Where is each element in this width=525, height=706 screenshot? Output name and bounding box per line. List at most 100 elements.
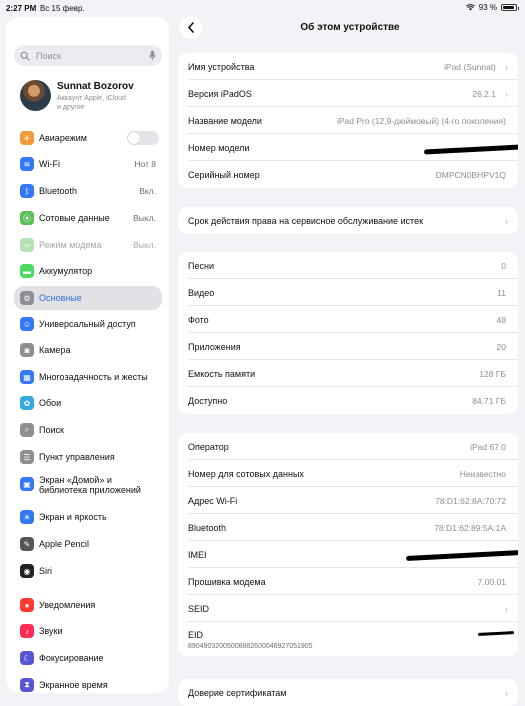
media-storage-group: Песни 0 Видео 11 Фото 48 Приложения 20 Емкость п… bbox=[178, 252, 518, 414]
back-button[interactable] bbox=[179, 16, 202, 39]
row-label: SEID bbox=[188, 604, 210, 614]
sidebar-item-bell[interactable]: ● Уведомления bbox=[14, 595, 162, 615]
row-label: Имя устройства bbox=[188, 62, 255, 72]
speaker-icon: ♪ bbox=[20, 624, 34, 638]
redaction-mark bbox=[405, 549, 518, 562]
row-eid: EID 89049032005008882600046927051905 bbox=[178, 622, 518, 656]
page-title: Об этом устройстве bbox=[300, 22, 400, 33]
bell-icon: ● bbox=[20, 598, 34, 612]
sidebar-item-label: Звуки bbox=[39, 626, 63, 636]
microphone-icon[interactable] bbox=[149, 50, 156, 61]
search-bar[interactable] bbox=[14, 45, 162, 66]
row-видео: Видео 11 bbox=[178, 279, 518, 306]
row-label: Емкость памяти bbox=[188, 369, 256, 379]
row-value: 20 bbox=[496, 342, 506, 352]
sidebar-item-gear[interactable]: ⚙ Основные bbox=[14, 286, 162, 310]
row-label: Название модели bbox=[188, 116, 262, 126]
hourglass-icon: ⧗ bbox=[20, 678, 34, 692]
chevron-right-icon: › bbox=[505, 89, 508, 99]
row-имя-устройства[interactable]: Имя устройства iPad (Sunnat) › bbox=[178, 53, 518, 80]
sidebar-item-moon[interactable]: ☾ Фокусирование bbox=[14, 648, 162, 668]
sidebar-item-label: Фокусирование bbox=[39, 653, 104, 663]
sidebar-item-home-screen[interactable]: ▣ Экран «Домой» и библиотека приложений bbox=[14, 474, 162, 495]
sidebar-item-wifi[interactable]: ≋ Wi-Fi Нот 8 bbox=[14, 154, 162, 174]
sidebar-item-airplane[interactable]: ✈ Авиарежим bbox=[14, 128, 162, 148]
row-value: 0 bbox=[501, 261, 506, 271]
row-label: Срок действия права на сервисное обслужи… bbox=[188, 216, 424, 226]
sidebar-item-siri[interactable]: ◉ Siri bbox=[14, 561, 162, 581]
sidebar-item-value: Вкл. bbox=[139, 186, 156, 196]
row-label: EID bbox=[188, 630, 204, 640]
row-label: Оператор bbox=[188, 442, 229, 452]
redaction-mark bbox=[423, 144, 518, 155]
status-bar: 2:27 PM Вс 15 февр. 93 % bbox=[0, 0, 525, 16]
row-доверие-сертификатам[interactable]: Доверие сертификатам › bbox=[178, 679, 518, 706]
row-value: 78:D1:62:89:5A:1A bbox=[434, 523, 506, 533]
row-прошивка-модема: Прошивка модема 7.00.01 bbox=[178, 568, 518, 595]
row-value: iPad Pro (12,9-дюймовый) (4-го поколения… bbox=[336, 116, 506, 126]
row-seid[interactable]: SEID › bbox=[178, 595, 518, 622]
sidebar-item-battery[interactable]: ▬ Аккумулятор bbox=[14, 261, 162, 281]
sidebar-item-accessibility[interactable]: ☺ Универсальный доступ bbox=[14, 314, 162, 334]
row-срок-действия-права-на-сервисное-обслуживание-истек[interactable]: Срок действия права на сервисное обслужи… bbox=[178, 207, 518, 234]
row-label: Адрес Wi-Fi bbox=[188, 496, 238, 506]
row-label: Прошивка модема bbox=[188, 577, 266, 587]
airplane-mode-toggle[interactable] bbox=[127, 131, 159, 145]
antenna-icon: ⦿ bbox=[20, 211, 34, 225]
sidebar-item-label: Экран «Домой» и библиотека приложений bbox=[39, 475, 141, 495]
profile-subtitle: Аккаунт Apple, iCloud и другое bbox=[57, 94, 126, 112]
sidebar-item-label: Обои bbox=[39, 398, 62, 408]
sidebar-item-speaker[interactable]: ♪ Звуки bbox=[14, 621, 162, 641]
sidebar-item-label: Многозадачность и жесты bbox=[39, 372, 148, 382]
sidebar-item-value: Нот 8 bbox=[134, 159, 156, 169]
sidebar-item-camera[interactable]: ◙ Камера bbox=[14, 340, 162, 360]
bluetooth-icon: ᛒ bbox=[20, 184, 34, 198]
row-value: 7.00.01 bbox=[477, 577, 506, 587]
settings-sidebar: Sunnat Bozorov Аккаунт Apple, iCloud и д… bbox=[6, 17, 169, 693]
row-номер-модели: Номер модели bbox=[178, 134, 518, 161]
row-label: Фото bbox=[188, 315, 209, 325]
chevron-right-icon: › bbox=[505, 62, 508, 72]
chevron-right-icon: › bbox=[505, 604, 508, 614]
sidebar-item-value: Выкл. bbox=[133, 240, 156, 250]
row-label: Песни bbox=[188, 261, 214, 271]
sidebar-item-wallpaper[interactable]: ✿ Обои bbox=[14, 393, 162, 413]
toggle-knob bbox=[128, 132, 140, 144]
row-label: IMEI bbox=[188, 550, 207, 560]
search-input[interactable] bbox=[34, 49, 138, 62]
sidebar-item-control-center[interactable]: ☰ Пункт управления bbox=[14, 447, 162, 467]
sidebar-item-label: Siri bbox=[39, 566, 52, 576]
row-приложения: Приложения 20 bbox=[178, 333, 518, 360]
row-value: 11 bbox=[497, 288, 506, 298]
row-фото: Фото 48 bbox=[178, 306, 518, 333]
battery-icon bbox=[501, 4, 519, 11]
status-indicators: 93 % bbox=[465, 3, 519, 12]
row-емкость-памяти: Емкость памяти 128 ГБ bbox=[178, 360, 518, 387]
row-bluetooth: Bluetooth 78:D1:62:89:5A:1A bbox=[178, 514, 518, 541]
pencil-icon: ✎ bbox=[20, 537, 34, 551]
sidebar-item-search[interactable]: ⌕ Поиск bbox=[14, 420, 162, 440]
sidebar-item-link: ∞ Режим модема Выкл. bbox=[14, 235, 162, 255]
sidebar-item-antenna[interactable]: ⦿ Сотовые данные Выкл. bbox=[14, 208, 162, 228]
profile-subtitle-line2: и другое bbox=[57, 104, 85, 111]
sidebar-item-hourglass[interactable]: ⧗ Экранное время bbox=[14, 675, 162, 693]
sidebar-item-pencil[interactable]: ✎ Apple Pencil bbox=[14, 534, 162, 554]
sidebar-item-multitask[interactable]: ▦ Многозадачность и жесты bbox=[14, 367, 162, 387]
search-icon: ⌕ bbox=[20, 423, 34, 437]
row-value: Неизвестно bbox=[459, 469, 506, 479]
row-версия-ipados[interactable]: Версия iPadOS 26.2.1 › bbox=[178, 80, 518, 107]
chevron-right-icon: › bbox=[505, 688, 508, 698]
sidebar-item-label: Wi-Fi bbox=[39, 159, 60, 169]
sidebar-item-bluetooth[interactable]: ᛒ Bluetooth Вкл. bbox=[14, 181, 162, 201]
row-label: Приложения bbox=[188, 342, 241, 352]
eid-value: 89049032005008882600046927051905 bbox=[188, 643, 313, 650]
apple-account-profile[interactable]: Sunnat Bozorov Аккаунт Apple, iCloud и д… bbox=[20, 80, 165, 116]
avatar bbox=[20, 80, 51, 111]
sidebar-item-brightness[interactable]: ☀ Экран и яркость bbox=[14, 507, 162, 527]
camera-icon: ◙ bbox=[20, 343, 34, 357]
wifi-icon: ≋ bbox=[20, 157, 34, 171]
sidebar-item-label: Авиарежим bbox=[39, 133, 87, 143]
sidebar-item-label: Bluetooth bbox=[39, 186, 78, 196]
row-value: 84,71 ГБ bbox=[472, 396, 506, 406]
row-value: iPad (Sunnat) bbox=[444, 62, 496, 72]
